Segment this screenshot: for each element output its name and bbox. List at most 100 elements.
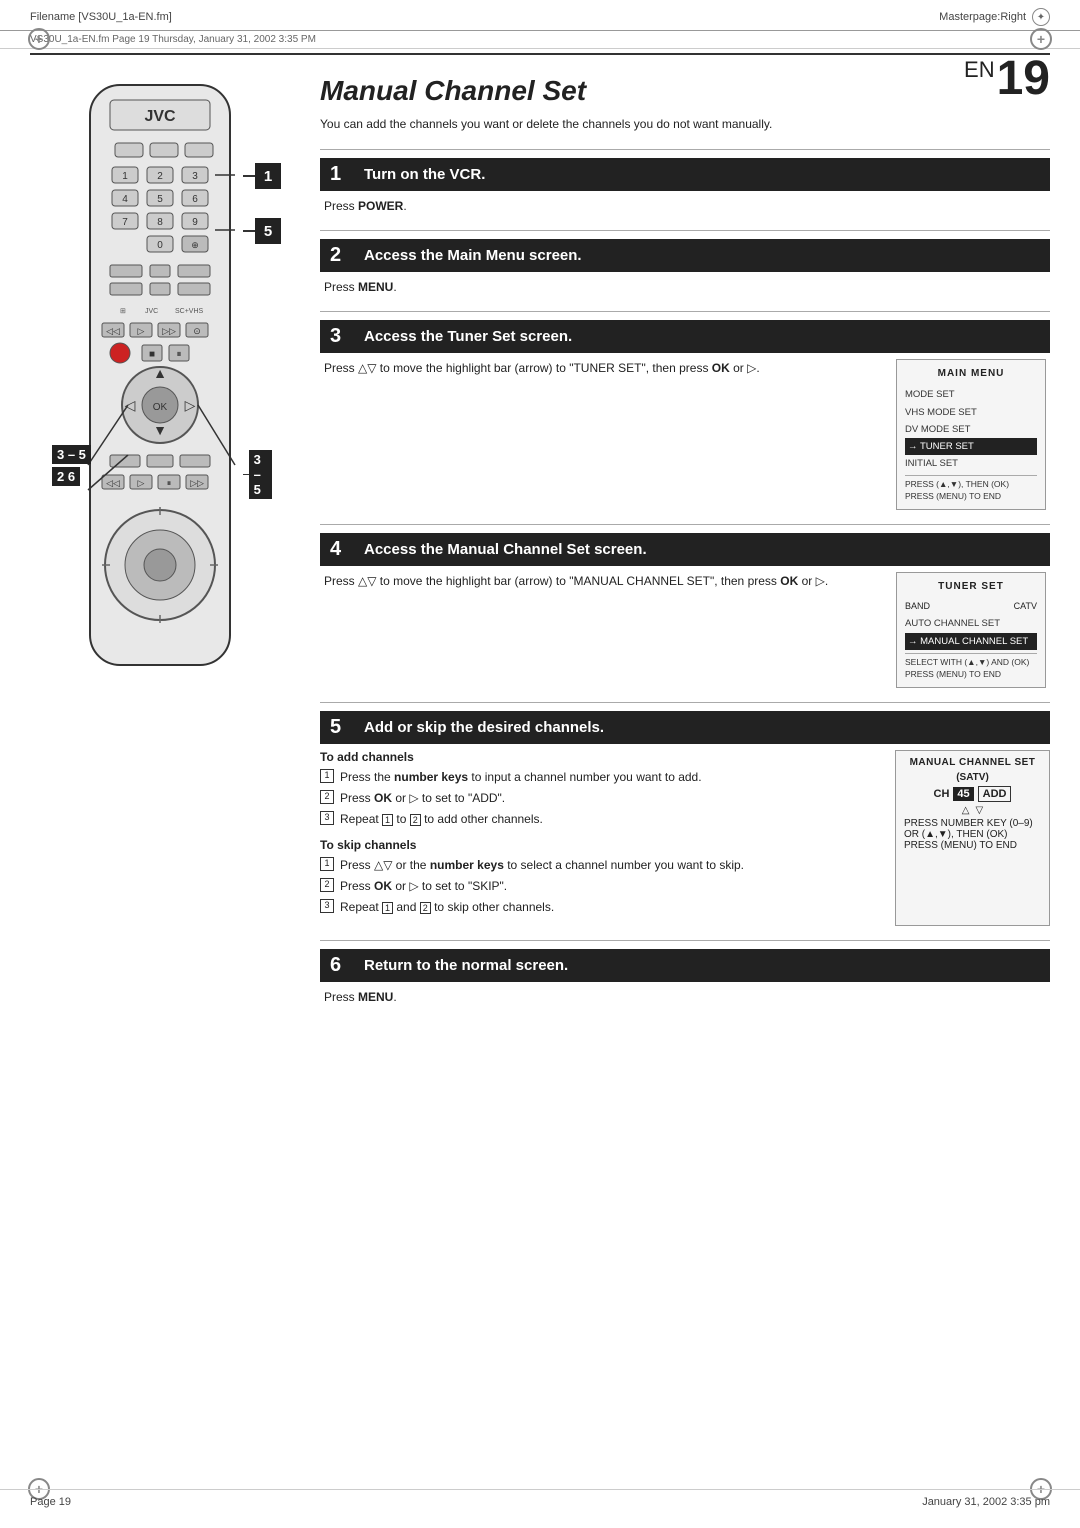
step-2-header: 2 Access the Main Menu screen. <box>320 239 1050 272</box>
step-3-num: 3 <box>330 325 354 348</box>
page-number-display: EN19 <box>964 55 1050 103</box>
step-1-section: 1 Turn on the VCR. Press POWER. <box>320 158 1050 216</box>
filename-label: Filename [VS30U_1a-EN.fm] <box>30 11 172 23</box>
add-channels-title: To add channels <box>320 750 881 764</box>
step-4-section: 4 Access the Manual Channel Set screen. … <box>320 533 1050 688</box>
svg-text:6: 6 <box>192 194 198 205</box>
svg-text:◁◁: ◁◁ <box>106 478 120 488</box>
skip-step-3: 3 Repeat 1 and 2 to skip other channels. <box>320 898 881 916</box>
add-step-3: 3 Repeat 1 to 2 to add other channels. <box>320 810 881 828</box>
svg-text:▷: ▷ <box>185 397 196 413</box>
section-rule-5 <box>320 940 1050 941</box>
masterpage-label: Masterpage:Right ✦ <box>939 8 1050 26</box>
add-channels-section: To add channels 1 Press the number keys … <box>320 750 881 828</box>
reg-mark-header: ✦ <box>1032 8 1050 26</box>
label-3-5-right: 3 – 5 <box>243 450 272 499</box>
footer-page: Page 19 <box>30 1496 71 1508</box>
svg-text:0: 0 <box>157 240 163 251</box>
corner-mark-tl <box>28 28 50 50</box>
svg-text:◁: ◁ <box>125 397 136 413</box>
corner-mark-tr <box>1030 28 1052 50</box>
step-6-num: 6 <box>330 954 354 977</box>
svg-text:▷▷: ▷▷ <box>190 478 204 488</box>
svg-text:■: ■ <box>149 349 155 360</box>
step-6-body: Press MENU. <box>320 988 1050 1007</box>
svg-text:2: 2 <box>157 171 163 182</box>
svg-text:8: 8 <box>157 217 163 228</box>
intro-text: You can add the channels you want or del… <box>320 115 1050 133</box>
step-4-menu: TUNER SET BANDCATV AUTO CHANNEL SET → MA… <box>896 572 1046 688</box>
step-2-num: 2 <box>330 244 354 267</box>
step-3-section: 3 Access the Tuner Set screen. Press △▽ … <box>320 320 1050 510</box>
step-5-title: Add or skip the desired channels. <box>364 719 604 736</box>
step-5-body: To add channels 1 Press the number keys … <box>320 750 1050 926</box>
section-rule-1 <box>320 230 1050 231</box>
step-1-title: Turn on the VCR. <box>364 166 485 183</box>
page-title: Manual Channel Set <box>320 75 1050 107</box>
step-5-header: 5 Add or skip the desired channels. <box>320 711 1050 744</box>
svg-text:9: 9 <box>192 217 198 228</box>
step-3-header: 3 Access the Tuner Set screen. <box>320 320 1050 353</box>
add-step-1: 1 Press the number keys to input a chann… <box>320 768 881 786</box>
footer-date: January 31, 2002 3:35 pm <box>922 1496 1050 1508</box>
add-channels-list: 1 Press the number keys to input a chann… <box>320 768 881 828</box>
step-6-header: 6 Return to the normal screen. <box>320 949 1050 982</box>
svg-text:⏸: ⏸ <box>177 349 182 360</box>
step-3-body: Press △▽ to move the highlight bar (arro… <box>320 359 1050 510</box>
step-3-menu: MAIN MENU MODE SET VHS MODE SET DV MODE … <box>896 359 1046 510</box>
svg-text:1: 1 <box>122 171 128 182</box>
main-content: JVC 1 2 3 4 5 6 7 <box>0 55 1080 1041</box>
section-rule-2 <box>320 311 1050 312</box>
left-column: JVC 1 2 3 4 5 6 7 <box>30 75 290 1021</box>
step-6-title: Return to the normal screen. <box>364 957 568 974</box>
svg-text:⊙: ⊙ <box>193 326 201 336</box>
svg-text:▷: ▷ <box>138 326 145 336</box>
step-6-section: 6 Return to the normal screen. Press MEN… <box>320 949 1050 1007</box>
svg-text:▲: ▲ <box>153 365 167 381</box>
label-1-overlay: 1 <box>243 163 281 189</box>
label-3-5-left: 3 – 5 2 6 <box>52 445 91 486</box>
step-3-text: Press △▽ to move the highlight bar (arro… <box>324 359 882 378</box>
step-4-header: 4 Access the Manual Channel Set screen. <box>320 533 1050 566</box>
step-4-title: Access the Manual Channel Set screen. <box>364 541 647 558</box>
svg-text:▷▷: ▷▷ <box>162 326 176 336</box>
skip-step-1: 1 Press △▽ or the number keys to select … <box>320 856 881 874</box>
step-5-menu: MANUAL CHANNEL SET (SATV) CH 45 ADD △▽ P… <box>895 750 1050 926</box>
skip-step-2: 2 Press OK or ▷ to set to "SKIP". <box>320 877 881 895</box>
step-2-section: 2 Access the Main Menu screen. Press MEN… <box>320 239 1050 297</box>
svg-text:⊞: ⊞ <box>120 308 126 315</box>
svg-text:▼: ▼ <box>153 422 167 438</box>
add-step-2: 2 Press OK or ▷ to set to "ADD". <box>320 789 881 807</box>
step-2-body: Press MENU. <box>320 278 1050 297</box>
section-rule-0 <box>320 149 1050 150</box>
step-1-num: 1 <box>330 163 354 186</box>
step-4-body: Press △▽ to move the highlight bar (arro… <box>320 572 1050 688</box>
remote-svg: JVC 1 2 3 4 5 6 7 <box>50 75 270 695</box>
label-5-overlay: 5 <box>243 218 281 244</box>
remote-wrap: JVC 1 2 3 4 5 6 7 <box>50 75 270 698</box>
header-top: Filename [VS30U_1a-EN.fm] Masterpage:Rig… <box>0 0 1080 31</box>
step-5-section: 5 Add or skip the desired channels. To a… <box>320 711 1050 926</box>
section-rule-3 <box>320 524 1050 525</box>
step-3-title: Access the Tuner Set screen. <box>364 328 572 345</box>
skip-channels-section: To skip channels 1 Press △▽ or the numbe… <box>320 838 881 916</box>
section-rule-4 <box>320 702 1050 703</box>
step-5-text: To add channels 1 Press the number keys … <box>320 750 881 926</box>
svg-text:JVC: JVC <box>144 108 176 125</box>
svg-text:◁◁: ◁◁ <box>106 326 120 336</box>
svg-text:3: 3 <box>192 171 198 182</box>
svg-text:JVC: JVC <box>145 308 158 315</box>
footer: Page 19 January 31, 2002 3:35 pm <box>0 1489 1080 1508</box>
step-5-num: 5 <box>330 716 354 739</box>
en-label: EN <box>964 57 995 82</box>
svg-text:5: 5 <box>157 194 163 205</box>
svg-text:⏸: ⏸ <box>167 478 172 488</box>
svg-text:OK: OK <box>153 402 168 413</box>
skip-channels-list: 1 Press △▽ or the number keys to select … <box>320 856 881 916</box>
header-sub: VS30U_1a-EN.fm Page 19 Thursday, January… <box>0 31 1080 49</box>
step-4-num: 4 <box>330 538 354 561</box>
skip-channels-title: To skip channels <box>320 838 881 852</box>
right-column: Manual Channel Set You can add the chann… <box>310 75 1050 1021</box>
svg-text:SC+VHS: SC+VHS <box>175 308 204 315</box>
svg-text:▷: ▷ <box>138 478 145 488</box>
